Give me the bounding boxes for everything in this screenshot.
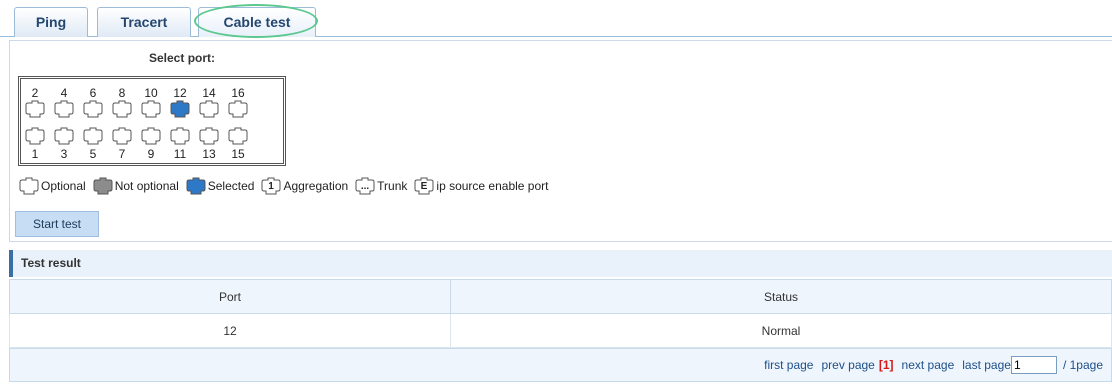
port-number-label: 8 [118, 86, 126, 100]
column-header-status: Status [450, 279, 1112, 314]
port-number-label: 7 [118, 147, 126, 161]
port-number-label: 4 [60, 86, 68, 100]
legend-label: Not optional [114, 179, 179, 193]
legend-label: Selected [207, 179, 255, 193]
port-4-icon[interactable] [53, 100, 75, 118]
tab-ping[interactable]: Ping [14, 7, 88, 37]
last-page-link[interactable]: last page [962, 358, 1011, 372]
port-number-label: 13 [202, 147, 216, 161]
result-table: Port Status 12 Normal [9, 279, 1112, 348]
port-number-label: 1 [31, 147, 39, 161]
current-page: [1] [878, 358, 894, 372]
svg-text:1: 1 [269, 181, 275, 192]
port-13-icon[interactable] [198, 127, 220, 145]
port-number-label: 3 [60, 147, 68, 161]
page-number-input[interactable] [1010, 356, 1057, 374]
port-ip-source-icon: E [413, 177, 435, 195]
test-result-header: Test result [9, 250, 1112, 277]
port-number-label: 10 [144, 86, 158, 100]
prev-page-link[interactable]: prev page [821, 358, 874, 372]
port-number-label: 15 [231, 147, 245, 161]
next-page-link[interactable]: next page [902, 358, 955, 372]
legend-label: Trunk [377, 179, 408, 193]
port-9-icon[interactable] [140, 127, 162, 145]
pagination: first page prev page [1] next page last … [9, 348, 1112, 382]
port-11-icon[interactable] [169, 127, 191, 145]
svg-text:E: E [421, 181, 428, 192]
port-selected-icon [185, 177, 207, 195]
cell-status: Normal [450, 313, 1112, 348]
legend-label: Optional [41, 179, 86, 193]
port-not-optional-icon [92, 177, 114, 195]
port-number-label: 11 [173, 147, 187, 161]
port-8-icon[interactable] [111, 100, 133, 118]
select-port-label: Select port: [149, 51, 216, 65]
port-panel: 2 4 6 8 10 12 14 16 1 3 5 7 9 11 13 15 [18, 76, 286, 166]
port-7-icon[interactable] [111, 127, 133, 145]
port-2-icon[interactable] [24, 100, 46, 118]
port-number-label: 9 [147, 147, 155, 161]
port-number-label: 12 [173, 86, 187, 100]
port-12-icon[interactable] [169, 100, 191, 118]
port-number-label: 16 [231, 86, 245, 100]
port-15-icon[interactable] [227, 127, 249, 145]
port-number-label: 2 [31, 86, 39, 100]
first-page-link[interactable]: first page [764, 358, 813, 372]
port-10-icon[interactable] [140, 100, 162, 118]
cell-port: 12 [9, 313, 451, 348]
port-optional-icon [18, 177, 40, 195]
port-aggregation-icon: 1 [260, 177, 282, 195]
tab-tracert[interactable]: Tracert [97, 7, 191, 37]
port-6-icon[interactable] [82, 100, 104, 118]
port-number-label: 14 [202, 86, 216, 100]
port-trunk-icon: ... [354, 177, 376, 195]
tab-cable-test[interactable]: Cable test [198, 7, 316, 37]
tab-bar: Ping Tracert Cable test [0, 0, 1112, 38]
port-number-label: 5 [89, 147, 97, 161]
port-5-icon[interactable] [82, 127, 104, 145]
port-3-icon[interactable] [53, 127, 75, 145]
legend-label: ip source enable port [436, 179, 549, 193]
port-16-icon[interactable] [227, 100, 249, 118]
legend-label: Aggregation [283, 179, 349, 193]
start-test-button[interactable]: Start test [15, 211, 99, 237]
port-1-icon[interactable] [24, 127, 46, 145]
port-legend: Optional Not optional Selected 1 Aggregation… [18, 177, 554, 195]
total-pages: / 1page [1062, 358, 1103, 372]
port-14-icon[interactable] [198, 100, 220, 118]
column-header-port: Port [9, 279, 451, 314]
svg-text:...: ... [361, 181, 370, 192]
table-row: 12 Normal [9, 313, 1112, 348]
port-number-label: 6 [89, 86, 97, 100]
